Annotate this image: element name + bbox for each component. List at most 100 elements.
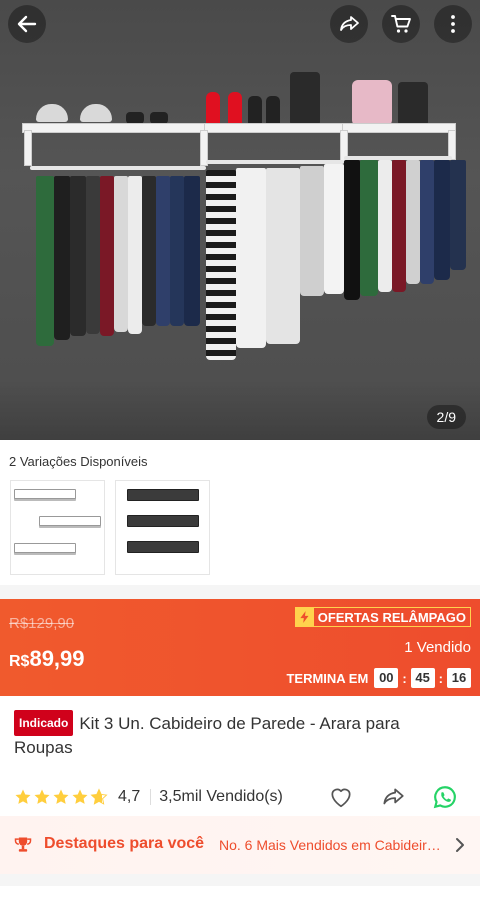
share-icon xyxy=(383,788,404,805)
black-bag-item xyxy=(290,72,320,126)
chevron-right-icon xyxy=(456,838,464,852)
white-shelf-icon xyxy=(14,489,76,499)
garment xyxy=(434,160,450,280)
rating-row: 4,7 3,5mil Vendido(s) xyxy=(14,784,466,810)
garment xyxy=(392,160,406,292)
back-button[interactable] xyxy=(8,5,46,43)
favorite-button[interactable] xyxy=(328,784,354,810)
colon-separator: : xyxy=(402,670,407,686)
product-title-block: Indicado Kit 3 Un. Cabideiro de Parede - … xyxy=(14,710,454,760)
sold-total: 3,5mil Vendido(s) xyxy=(159,788,283,805)
garment xyxy=(100,176,114,336)
variation-option-white[interactable] xyxy=(10,480,105,575)
cart-icon xyxy=(389,12,413,36)
star-icon xyxy=(15,789,31,804)
striped-garment xyxy=(206,170,236,360)
more-button[interactable] xyxy=(434,5,472,43)
product-image-gallery[interactable]: 2/9 xyxy=(0,0,480,440)
sale-price: R$89,99 xyxy=(9,646,85,672)
product-info: Indicado Kit 3 Un. Cabideiro de Parede - … xyxy=(0,696,480,816)
rating-value: 4,7 xyxy=(118,788,141,805)
red-heels-item xyxy=(206,92,220,126)
share-product-button[interactable] xyxy=(380,784,406,810)
black-shelf-icon xyxy=(127,541,199,553)
cap-item xyxy=(80,104,112,122)
cart-button[interactable] xyxy=(382,5,420,43)
red-heels-item xyxy=(228,92,242,126)
next-section-edge xyxy=(0,886,480,908)
product-actions xyxy=(328,784,458,810)
pink-bag-item xyxy=(352,80,392,126)
shelf-bracket xyxy=(24,130,32,166)
black-shelf-icon xyxy=(127,489,199,501)
black-shelf-icon xyxy=(127,515,199,527)
countdown-seconds: 16 xyxy=(447,668,471,688)
hanging-rail xyxy=(206,160,344,164)
garment xyxy=(128,176,142,334)
garment xyxy=(450,160,466,270)
variation-option-black[interactable] xyxy=(115,480,210,575)
recommended-badge: Indicado xyxy=(14,710,74,736)
garment xyxy=(86,176,100,334)
countdown-label: TERMINA EM xyxy=(286,670,369,686)
price-currency: R$ xyxy=(9,653,30,670)
highlights-title: Destaques para você xyxy=(44,835,205,852)
black-bag-item xyxy=(398,82,428,126)
hero-floor-shade xyxy=(0,380,480,440)
product-page: 2/9 2 Variações Disponíveis R$129,90 R$8… xyxy=(0,0,480,908)
flash-sale-tag: OFERTAS RELÂMPAGO xyxy=(294,607,471,627)
white-shelf-icon xyxy=(14,543,76,553)
arrow-left-icon xyxy=(15,12,39,36)
cap-item xyxy=(36,104,68,122)
star-icon xyxy=(34,789,50,804)
deal-sold-count: 1 Vendido xyxy=(404,639,471,656)
shelf-left xyxy=(22,123,206,133)
countdown-minutes: 45 xyxy=(410,668,435,688)
colon-separator: : xyxy=(438,670,443,686)
star-icon xyxy=(53,789,69,804)
lightning-icon xyxy=(295,608,314,626)
dark-boot-item xyxy=(248,96,262,126)
garment xyxy=(70,176,86,336)
garment xyxy=(142,176,156,326)
rating-stars xyxy=(14,788,108,806)
garment xyxy=(170,176,184,326)
garment xyxy=(324,164,344,294)
garment xyxy=(36,176,54,346)
variations-section: 2 Variações Disponíveis xyxy=(0,440,480,585)
garment xyxy=(406,160,420,284)
whatsapp-icon xyxy=(433,786,456,809)
garment xyxy=(236,168,266,348)
flash-deal-banner: R$129,90 R$89,99 OFERTAS RELÂMPAGO 1 Ven… xyxy=(0,599,480,696)
garment xyxy=(114,176,128,332)
countdown-hours: 00 xyxy=(374,668,399,688)
heart-icon xyxy=(331,788,351,808)
original-price: R$129,90 xyxy=(9,615,75,632)
more-vertical-icon xyxy=(441,12,465,36)
garment xyxy=(156,176,170,326)
garment xyxy=(420,160,434,284)
white-shelf-icon xyxy=(39,516,101,526)
garment xyxy=(360,160,378,296)
star-half-icon xyxy=(90,788,108,805)
highlights-row[interactable]: Destaques para você No. 6 Mais Vendidos … xyxy=(0,816,480,874)
shelf-right xyxy=(342,123,456,133)
dark-boot-item xyxy=(266,96,280,126)
whatsapp-share-button[interactable] xyxy=(432,784,458,810)
share-icon xyxy=(337,12,361,36)
garment xyxy=(266,168,300,344)
garment xyxy=(300,166,324,296)
garment xyxy=(378,160,392,292)
divider xyxy=(150,789,152,805)
share-button[interactable] xyxy=(330,5,368,43)
hanging-rail xyxy=(30,166,206,170)
flash-sale-label: OFERTAS RELÂMPAGO xyxy=(317,609,466,625)
garment xyxy=(184,176,200,326)
garment xyxy=(344,160,360,300)
countdown: TERMINA EM 00 : 45 : 16 xyxy=(286,668,471,688)
garment xyxy=(54,176,70,340)
shelf-middle xyxy=(204,123,344,133)
variations-title: 2 Variações Disponíveis xyxy=(9,454,148,469)
star-icon xyxy=(72,789,88,804)
image-counter: 2/9 xyxy=(426,405,466,429)
